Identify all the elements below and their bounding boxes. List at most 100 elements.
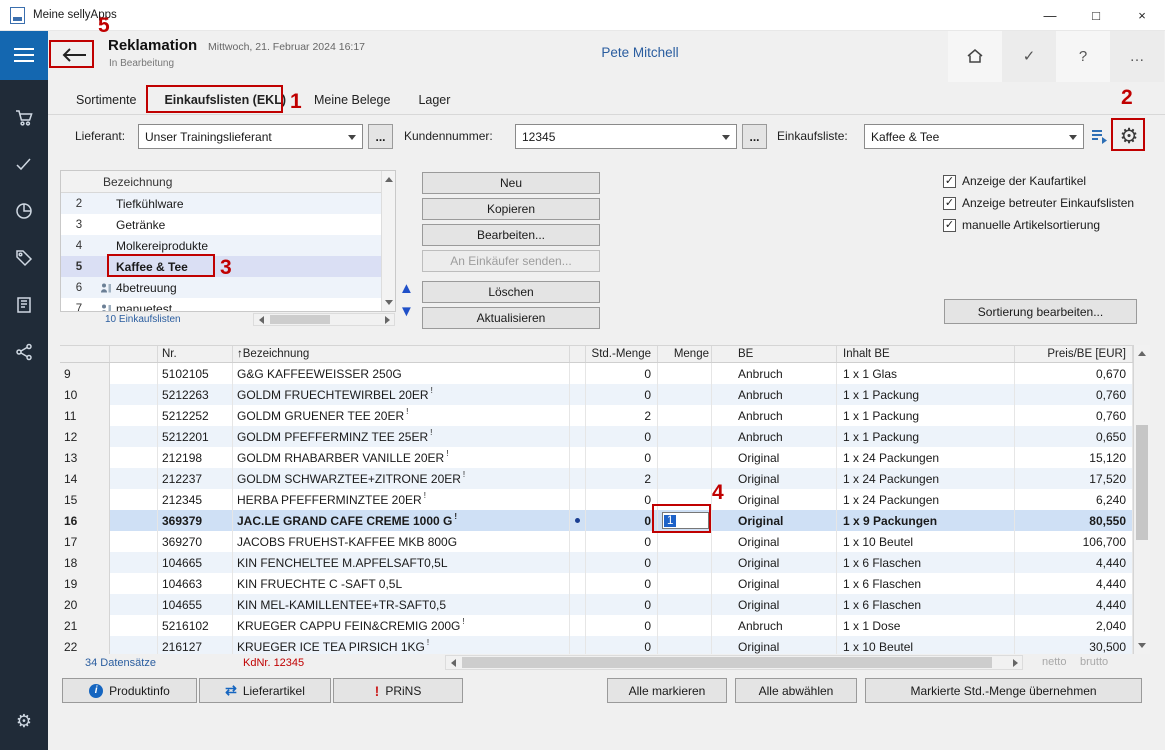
table-row[interactable]: 19104663KIN FRUECHTE C -SAFT 0,5L0Origin… (60, 573, 1133, 594)
table-row[interactable]: 95102105G&G KAFFEEWEISSER 250G0Anbruch1 … (60, 363, 1133, 384)
row-select-cell[interactable] (110, 405, 158, 426)
scroll-right-icon[interactable] (1008, 656, 1022, 669)
row-select-cell[interactable] (110, 510, 158, 531)
row-select-cell[interactable] (110, 384, 158, 405)
minimize-button[interactable]: — (1027, 0, 1073, 30)
table-row[interactable]: 15212345HERBA PFEFFERMINZTEE 20ER!0Origi… (60, 489, 1133, 510)
table-row[interactable]: 16369379JAC.LE GRAND CAFE CREME 1000 G!0… (60, 510, 1133, 531)
row-select-cell[interactable] (110, 636, 158, 654)
col-mark[interactable] (570, 346, 586, 362)
scroll-down-icon[interactable] (1138, 643, 1146, 648)
einkaufsliste-select[interactable]: Kaffee & Tee (864, 124, 1084, 149)
netto-toggle[interactable]: netto (1042, 656, 1066, 668)
scroll-up-icon[interactable] (385, 177, 393, 182)
scroll-left-icon[interactable] (446, 656, 460, 669)
col-std-menge[interactable]: Std.-Menge (586, 346, 658, 362)
table-row[interactable]: 105212263GOLDM FRUECHTEWIRBEL 20ER!0Anbr… (60, 384, 1133, 405)
col-preis[interactable]: Preis/BE [EUR] (1015, 346, 1133, 362)
list-item-4betreuung[interactable]: 64betreuung (61, 277, 395, 298)
löschen-button[interactable]: Löschen (422, 281, 600, 303)
table-row[interactable]: 20104655KIN MEL-KAMILLENTEE+TR-SAFT0,50O… (60, 594, 1133, 615)
row-select-cell[interactable] (110, 594, 158, 615)
list-item-tiefkühlware[interactable]: 2Tiefkühlware (61, 193, 395, 214)
pie-chart-icon[interactable] (0, 187, 48, 234)
list-header[interactable]: Bezeichnung (61, 171, 395, 193)
col-bezeichnung[interactable]: ↑ Bezeichnung (233, 346, 570, 362)
confirm-icon[interactable]: ✓ (1002, 30, 1056, 82)
kundennummer-select[interactable]: 12345 (515, 124, 737, 149)
help-icon[interactable]: ? (1056, 30, 1110, 82)
aktualisieren-button[interactable]: Aktualisieren (422, 307, 600, 329)
home-icon[interactable] (948, 30, 1002, 82)
menu-button[interactable] (0, 30, 48, 80)
kundennummer-more-button[interactable]: ... (742, 124, 767, 149)
tab-sortimente[interactable]: Sortimente (62, 93, 150, 107)
scrollbar-thumb[interactable] (270, 315, 330, 324)
more-options-icon[interactable]: … (1110, 30, 1164, 82)
scrollbar-thumb[interactable] (1136, 425, 1148, 540)
brutto-toggle[interactable]: brutto (1080, 656, 1108, 668)
cell-menge[interactable] (658, 468, 712, 489)
bearbeiten-button[interactable]: Bearbeiten... (422, 224, 600, 246)
lieferant-more-button[interactable]: ... (368, 124, 393, 149)
scroll-down-icon[interactable] (385, 300, 393, 305)
tab-lager[interactable]: Lager (404, 93, 464, 107)
row-select-cell[interactable] (110, 489, 158, 510)
col-nr[interactable]: Nr. (158, 346, 233, 362)
option-anzeige-betreuter-einkaufslisten[interactable]: ✓Anzeige betreuter Einkaufslisten (943, 192, 1134, 214)
close-button[interactable]: × (1119, 0, 1165, 30)
std-menge-uebernehmen-button[interactable]: Markierte Std.-Menge übernehmen (865, 678, 1142, 703)
alle-markieren-button[interactable]: Alle markieren (607, 678, 727, 703)
table-row[interactable]: 22216127KRUEGER ICE TEA PIRSICH 1KG!0Ori… (60, 636, 1133, 654)
tab-meine-belege[interactable]: Meine Belege (300, 93, 404, 107)
table-row[interactable]: 17369270JACOBS FRUEHST-KAFFEE MKB 800G0O… (60, 531, 1133, 552)
checked-checkbox-icon[interactable]: ✓ (943, 175, 956, 188)
table-vertical-scrollbar[interactable] (1133, 345, 1150, 654)
row-select-cell[interactable] (110, 426, 158, 447)
settings-icon[interactable]: ⚙ (0, 698, 48, 745)
row-select-cell[interactable] (110, 447, 158, 468)
scrollbar-thumb[interactable] (462, 657, 992, 668)
table-row[interactable]: 215216102KRUEGER CAPPU FEIN&CREMIG 200G!… (60, 615, 1133, 636)
maximize-button[interactable]: □ (1073, 0, 1119, 30)
produktinfo-button[interactable]: i Produktinfo (62, 678, 197, 703)
table-row[interactable]: 13212198GOLDM RHABARBER VANILLE 20ER!0Or… (60, 447, 1133, 468)
share-icon[interactable] (0, 328, 48, 375)
alle-abwaehlen-button[interactable]: Alle abwählen (735, 678, 857, 703)
cell-menge[interactable] (658, 363, 712, 384)
move-up-icon[interactable]: ▲ (399, 281, 414, 296)
col-select[interactable] (110, 346, 158, 362)
row-select-cell[interactable] (110, 531, 158, 552)
user-name[interactable]: Pete Mitchell (540, 45, 740, 60)
row-select-cell[interactable] (110, 573, 158, 594)
cell-menge[interactable] (658, 636, 712, 654)
option-anzeige-der-kaufartikel[interactable]: ✓Anzeige der Kaufartikel (943, 170, 1134, 192)
kopieren-button[interactable]: Kopieren (422, 198, 600, 220)
col-be[interactable]: BE (712, 346, 837, 362)
cell-menge[interactable] (658, 405, 712, 426)
scroll-right-icon[interactable] (380, 314, 394, 325)
scroll-up-icon[interactable] (1138, 351, 1146, 356)
table-row[interactable]: 125212201GOLDM PFEFFERMINZ TEE 25ER!0Anb… (60, 426, 1133, 447)
table-row[interactable]: 18104665KIN FENCHELTEE M.APFELSAFT0,5L0O… (60, 552, 1133, 573)
lieferartikel-button[interactable]: ⇄ Lieferartikel (199, 678, 331, 703)
list-item-getränke[interactable]: 3Getränke (61, 214, 395, 235)
col-inhalt-be[interactable]: Inhalt BE (837, 346, 1015, 362)
neu-button[interactable]: Neu (422, 172, 600, 194)
table-row[interactable]: 14212237GOLDM SCHWARZTEE+ZITRONE 20ER!2O… (60, 468, 1133, 489)
cell-menge[interactable] (658, 594, 712, 615)
checked-checkbox-icon[interactable]: ✓ (943, 197, 956, 210)
prins-button[interactable]: ! PRiNS (333, 678, 463, 703)
cell-menge[interactable] (658, 552, 712, 573)
col-menge[interactable]: Menge (658, 346, 712, 362)
assign-list-icon[interactable] (1089, 127, 1111, 148)
cell-menge[interactable] (658, 426, 712, 447)
tag-icon[interactable] (0, 234, 48, 281)
cart-icon[interactable] (0, 93, 48, 140)
move-down-icon[interactable]: ▼ (399, 304, 414, 319)
option-manuelle-artikelsortierung[interactable]: ✓manuelle Artikelsortierung (943, 214, 1134, 236)
scroll-left-icon[interactable] (254, 314, 268, 325)
checked-checkbox-icon[interactable]: ✓ (943, 219, 956, 232)
cell-menge[interactable] (658, 384, 712, 405)
row-select-cell[interactable] (110, 552, 158, 573)
